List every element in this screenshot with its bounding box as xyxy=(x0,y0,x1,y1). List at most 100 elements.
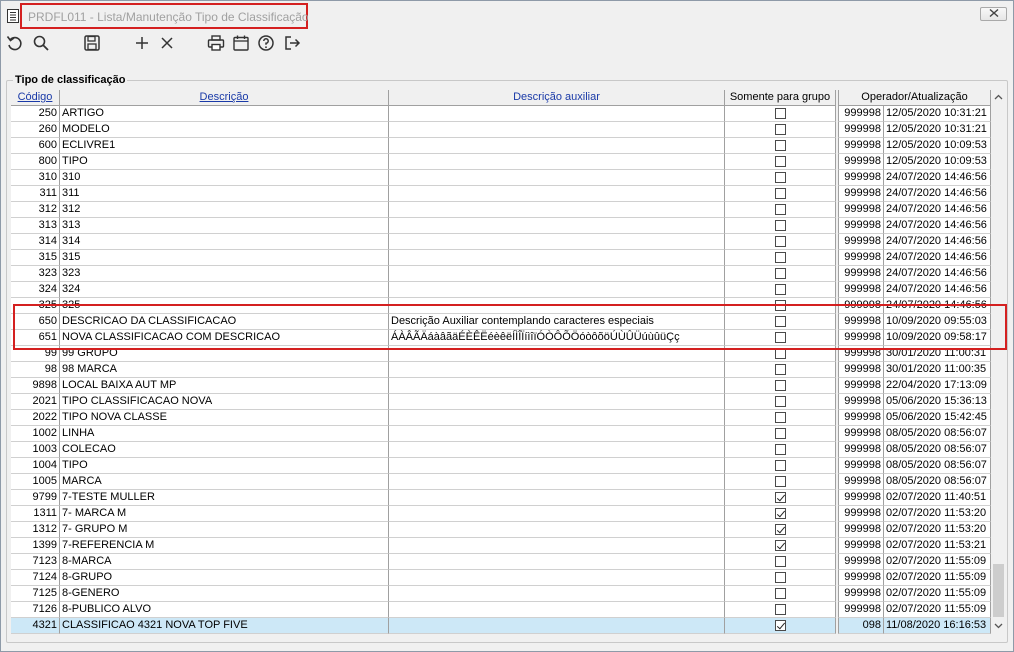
table-row[interactable]: 99 99 GRUPO 999998 30/01/2020 11:00:31 xyxy=(11,346,991,362)
cell-group-only[interactable] xyxy=(725,538,836,554)
group-only-checkbox[interactable] xyxy=(774,268,786,279)
group-only-checkbox[interactable] xyxy=(774,476,786,487)
group-only-checkbox[interactable] xyxy=(774,140,786,151)
group-only-checkbox[interactable] xyxy=(774,156,786,167)
group-only-checkbox[interactable] xyxy=(774,348,786,359)
scroll-up-arrow-icon[interactable] xyxy=(994,93,1003,102)
table-row[interactable]: 324 324 999998 24/07/2020 14:46:56 xyxy=(11,282,991,298)
table-row[interactable]: 1312 7- GRUPO M 999998 02/07/2020 11:53:20 xyxy=(11,522,991,538)
cell-aux-description[interactable]: ÁÀÂÃÄáàâãäÉÈÊËéèêëÍÌÎÏíìîïÓÒÔÕÖóòôõöÚÙÛÜ… xyxy=(389,330,725,346)
cell-group-only[interactable] xyxy=(725,410,836,426)
cell-description[interactable]: 7-TESTE MULLER xyxy=(60,490,389,506)
cell-code[interactable]: 314 xyxy=(11,234,60,250)
cell-update-datetime[interactable]: 10/09/2020 09:58:17 xyxy=(884,330,991,346)
table-row[interactable]: 323 323 999998 24/07/2020 14:46:56 xyxy=(11,266,991,282)
cell-code[interactable]: 651 xyxy=(11,330,60,346)
cell-aux-description[interactable] xyxy=(389,266,725,282)
cell-code[interactable]: 4321 xyxy=(11,618,60,634)
cell-aux-description[interactable] xyxy=(389,106,725,122)
table-row[interactable]: 7123 8-MARCA 999998 02/07/2020 11:55:09 xyxy=(11,554,991,570)
cell-update-datetime[interactable]: 05/06/2020 15:36:13 xyxy=(884,394,991,410)
cell-update-datetime[interactable]: 12/05/2020 10:31:21 xyxy=(884,106,991,122)
cell-update-datetime[interactable]: 02/07/2020 11:55:09 xyxy=(884,602,991,618)
cell-aux-description[interactable] xyxy=(389,154,725,170)
cell-update-datetime[interactable]: 08/05/2020 08:56:07 xyxy=(884,426,991,442)
cell-aux-description[interactable] xyxy=(389,522,725,538)
cell-description[interactable]: TIPO xyxy=(60,458,389,474)
cell-description[interactable]: TIPO NOVA CLASSE xyxy=(60,410,389,426)
cell-update-datetime[interactable]: 02/07/2020 11:55:09 xyxy=(884,554,991,570)
cell-code[interactable]: 2021 xyxy=(11,394,60,410)
cell-group-only[interactable] xyxy=(725,570,836,586)
calendar-button[interactable] xyxy=(231,34,251,54)
cell-code[interactable]: 650 xyxy=(11,314,60,330)
cell-aux-description[interactable] xyxy=(389,586,725,602)
cell-description[interactable]: COLECAO xyxy=(60,442,389,458)
cell-group-only[interactable] xyxy=(725,266,836,282)
cell-description[interactable]: 8-GENERO xyxy=(60,586,389,602)
column-header-description[interactable]: Descrição xyxy=(60,90,389,106)
cell-group-only[interactable] xyxy=(725,122,836,138)
cell-update-datetime[interactable]: 02/07/2020 11:53:21 xyxy=(884,538,991,554)
cell-operator[interactable]: 999998 xyxy=(838,218,884,234)
cell-code[interactable]: 1311 xyxy=(11,506,60,522)
cell-update-datetime[interactable]: 24/07/2020 14:46:56 xyxy=(884,266,991,282)
cell-code[interactable]: 1399 xyxy=(11,538,60,554)
cell-description[interactable]: DESCRICAO DA CLASSIFICACAO xyxy=(60,314,389,330)
cell-description[interactable]: 323 xyxy=(60,266,389,282)
close-button[interactable] xyxy=(980,7,1007,21)
cell-code[interactable]: 7126 xyxy=(11,602,60,618)
table-row[interactable]: 2022 TIPO NOVA CLASSE 999998 05/06/2020 15:… xyxy=(11,410,991,426)
cell-group-only[interactable] xyxy=(725,346,836,362)
cell-description[interactable]: 324 xyxy=(60,282,389,298)
table-row[interactable]: 98 98 MARCA 999998 30/01/2020 11:00:35 xyxy=(11,362,991,378)
group-only-checkbox[interactable] xyxy=(774,332,786,343)
group-only-checkbox[interactable] xyxy=(774,380,786,391)
cell-description[interactable]: 315 xyxy=(60,250,389,266)
cell-code[interactable]: 324 xyxy=(11,282,60,298)
cell-code[interactable]: 1004 xyxy=(11,458,60,474)
cell-update-datetime[interactable]: 24/07/2020 14:46:56 xyxy=(884,234,991,250)
cell-update-datetime[interactable]: 24/07/2020 14:46:56 xyxy=(884,250,991,266)
cell-group-only[interactable] xyxy=(725,522,836,538)
cell-operator[interactable]: 999998 xyxy=(838,154,884,170)
cell-group-only[interactable] xyxy=(725,362,836,378)
cell-update-datetime[interactable]: 02/07/2020 11:53:20 xyxy=(884,506,991,522)
cell-aux-description[interactable] xyxy=(389,490,725,506)
cell-description[interactable]: MODELO xyxy=(60,122,389,138)
cell-update-datetime[interactable]: 24/07/2020 14:46:56 xyxy=(884,282,991,298)
cell-group-only[interactable] xyxy=(725,394,836,410)
cell-code[interactable]: 1005 xyxy=(11,474,60,490)
cell-description[interactable]: 314 xyxy=(60,234,389,250)
cell-code[interactable]: 310 xyxy=(11,170,60,186)
table-row[interactable]: 800 TIPO 999998 12/05/2020 10:09:53 xyxy=(11,154,991,170)
cell-aux-description[interactable] xyxy=(389,138,725,154)
group-only-checkbox[interactable] xyxy=(774,412,786,423)
cell-aux-description[interactable] xyxy=(389,570,725,586)
cell-code[interactable]: 313 xyxy=(11,218,60,234)
cell-description[interactable]: LOCAL BAIXA AUT MP xyxy=(60,378,389,394)
vertical-scrollbar[interactable] xyxy=(991,90,1006,635)
exit-button[interactable] xyxy=(282,34,302,54)
cell-aux-description[interactable] xyxy=(389,218,725,234)
cell-operator[interactable]: 999998 xyxy=(838,170,884,186)
cell-group-only[interactable] xyxy=(725,234,836,250)
cell-update-datetime[interactable]: 02/07/2020 11:55:09 xyxy=(884,586,991,602)
group-only-checkbox[interactable] xyxy=(774,252,786,263)
cell-update-datetime[interactable]: 24/07/2020 14:46:56 xyxy=(884,218,991,234)
table-row[interactable]: 600 ECLIVRE1 999998 12/05/2020 10:09:53 xyxy=(11,138,991,154)
cell-update-datetime[interactable]: 12/05/2020 10:09:53 xyxy=(884,154,991,170)
table-row[interactable]: 7126 8-PUBLICO ALVO 999998 02/07/2020 11:55… xyxy=(11,602,991,618)
cell-aux-description[interactable] xyxy=(389,250,725,266)
cell-code[interactable]: 323 xyxy=(11,266,60,282)
cell-aux-description[interactable] xyxy=(389,618,725,634)
group-only-checkbox[interactable] xyxy=(774,236,786,247)
cell-aux-description[interactable] xyxy=(389,202,725,218)
cell-update-datetime[interactable]: 08/05/2020 08:56:07 xyxy=(884,474,991,490)
cell-code[interactable]: 800 xyxy=(11,154,60,170)
undo-button[interactable] xyxy=(5,34,25,54)
cell-code[interactable]: 311 xyxy=(11,186,60,202)
cell-description[interactable]: LINHA xyxy=(60,426,389,442)
cell-group-only[interactable] xyxy=(725,490,836,506)
delete-button[interactable] xyxy=(157,34,177,54)
